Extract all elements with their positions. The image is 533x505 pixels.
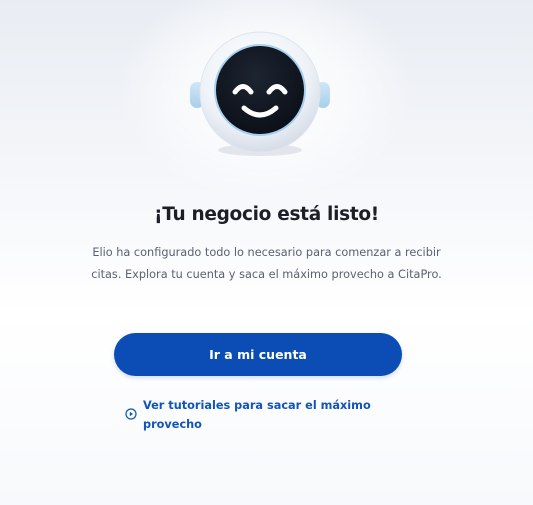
tutorials-link[interactable]: Ver tutoriales para sacar el máximo prov… — [125, 396, 385, 434]
smiling-robot-icon — [190, 31, 330, 156]
robot-face — [216, 46, 304, 134]
go-to-account-button[interactable]: Ir a mi cuenta — [114, 333, 402, 376]
play-circle-icon — [125, 408, 137, 420]
page-title: ¡Tu negocio está listo! — [154, 204, 379, 225]
robot-avatar — [188, 30, 332, 158]
description-text: Elio ha configurado todo lo necesario pa… — [91, 246, 442, 281]
tutorials-link-label: Ver tutoriales para sacar el máximo prov… — [143, 399, 371, 431]
onboarding-success-card: ¡Tu negocio está listo! Elio ha configur… — [0, 0, 533, 505]
